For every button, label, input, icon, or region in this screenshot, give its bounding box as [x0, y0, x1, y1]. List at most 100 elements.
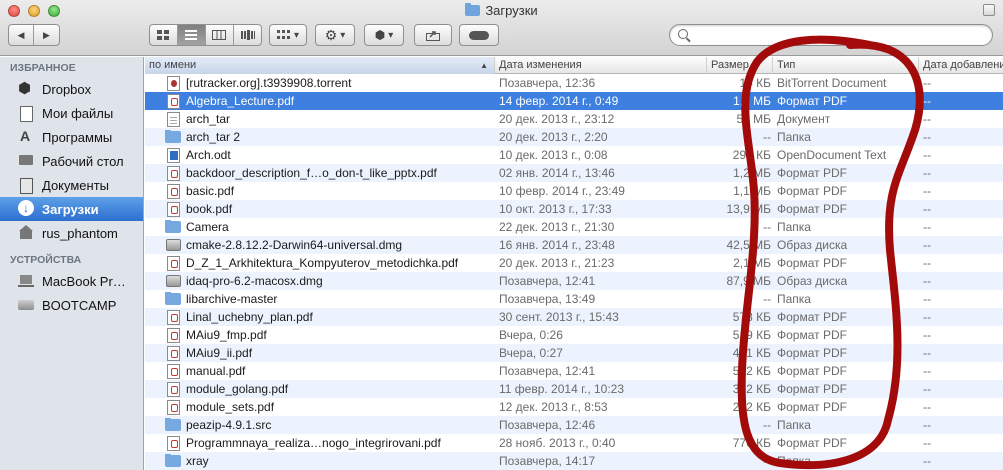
file-row[interactable]: MAiu9_fmp.pdf Вчера, 0:26 519 КБ Формат PDF… [145, 326, 1003, 344]
file-type: Формат PDF [777, 364, 847, 378]
sidebar-item-dropbox[interactable]: Dropbox [0, 77, 143, 101]
icon-view-button[interactable] [150, 25, 178, 45]
file-name-cell: backdoor_description_f…o_don-t_like_pptx… [145, 165, 495, 181]
file-row[interactable]: backdoor_description_f…o_don-t_like_pptx… [145, 164, 1003, 182]
file-list: по имени ▲ Дата изменения Размер Тип Дат… [145, 57, 1003, 470]
column-header-type[interactable]: Тип [773, 57, 919, 74]
arrange-button[interactable]: ▾ [269, 24, 307, 46]
sidebar-item-desktop[interactable]: Рабочий стол [0, 149, 143, 173]
column-header-name[interactable]: по имени ▲ [145, 57, 495, 74]
sidebar-item-applications[interactable]: Программы [0, 125, 143, 149]
file-row[interactable]: manual.pdf Позавчера, 12:41 542 КБ Формат P… [145, 362, 1003, 380]
window-title: Загрузки [0, 3, 1003, 18]
file-added: -- [923, 130, 931, 144]
file-date: Позавчера, 12:46 [499, 418, 596, 432]
file-row[interactable]: idaq-pro-6.2-macosx.dmg Позавчера, 12:41 8… [145, 272, 1003, 290]
file-date: Позавчера, 12:41 [499, 364, 596, 378]
file-added: -- [923, 418, 931, 432]
file-row[interactable]: Camera 22 дек. 2013 г., 21:30 -- Папка -- [145, 218, 1003, 236]
file-name-cell: cmake-2.8.12.2-Darwin64-universal.dmg [145, 238, 495, 252]
file-date: 10 окт. 2013 г., 17:33 [499, 202, 612, 216]
file-name: Arch.odt [186, 148, 231, 162]
file-size: 461 КБ [732, 346, 771, 360]
file-size: -- [763, 292, 771, 306]
file-row[interactable]: module_sets.pdf 12 дек. 2013 г., 8:53 272 … [145, 398, 1003, 416]
sidebar-item-label: Рабочий стол [42, 153, 124, 169]
file-name: arch_tar [186, 112, 231, 126]
applications-icon [18, 128, 34, 145]
back-button[interactable]: ◀ [9, 25, 34, 45]
file-row[interactable]: xray Позавчера, 14:17 -- Папка -- [145, 452, 1003, 470]
file-added: -- [923, 454, 931, 468]
pdf-file-icon [167, 165, 180, 181]
file-name-cell: MAiu9_ii.pdf [145, 345, 495, 361]
file-row[interactable]: D_Z_1_Arkhitektura_Kompyuterov_metodichk… [145, 254, 1003, 272]
file-row[interactable]: arch_tar 20 дек. 2013 г., 23:12 55 МБ Докум… [145, 110, 1003, 128]
coverflow-view-button[interactable] [234, 25, 262, 45]
search-icon [678, 29, 688, 39]
file-name: MAiu9_fmp.pdf [186, 328, 267, 342]
column-header-date[interactable]: Дата изменения [495, 57, 707, 74]
file-row[interactable]: Arch.odt 10 дек. 2013 г., 0:08 299 КБ OpenD… [145, 146, 1003, 164]
file-row[interactable]: libarchive-master Позавчера, 13:49 -- Папка… [145, 290, 1003, 308]
file-type: BitTorrent Document [777, 76, 887, 90]
sidebar-item-bootcamp[interactable]: BOOTCAMP [0, 293, 143, 317]
file-size: 13,9 МБ [726, 202, 771, 216]
search-input[interactable] [692, 27, 982, 43]
file-row[interactable]: book.pdf 10 окт. 2013 г., 17:33 13,9 МБ Фор… [145, 200, 1003, 218]
search-field[interactable] [669, 24, 993, 46]
file-type: Формат PDF [777, 184, 847, 198]
share-button[interactable] [414, 24, 452, 46]
fullscreen-icon[interactable] [983, 4, 995, 16]
file-row[interactable]: Algebra_Lecture.pdf 14 февр. 2014 г., 0:4… [145, 92, 1003, 110]
action-dropdown-arrow: ▾ [340, 29, 346, 41]
column-header-added[interactable]: Дата добавления [919, 57, 1003, 74]
file-row[interactable]: Linal_uchebny_plan.pdf 30 сент. 2013 г., … [145, 308, 1003, 326]
sidebar-item-home[interactable]: rus_phantom [0, 221, 143, 245]
file-name: Algebra_Lecture.pdf [186, 94, 295, 108]
sidebar-item-downloads[interactable]: Загрузки [0, 197, 143, 221]
sidebar-item-macbook[interactable]: MacBook Pr… [0, 269, 143, 293]
sidebar-item-documents[interactable]: Документы [0, 173, 143, 197]
forward-button[interactable]: ▶ [34, 25, 59, 45]
file-name: MAiu9_ii.pdf [186, 346, 253, 360]
file-date: 20 дек. 2013 г., 2:20 [499, 130, 608, 144]
folder-file-icon [165, 454, 181, 467]
action-button[interactable]: ⚙ ▾ [315, 24, 355, 46]
file-rows: [rutracker.org].t3939908.torrent Позавчер… [145, 74, 1003, 470]
file-size: 272 КБ [732, 400, 771, 414]
sidebar-item-my-files[interactable]: Мои файлы [0, 101, 143, 125]
file-row[interactable]: basic.pdf 10 февр. 2014 г., 23:49 1,1 МБ Фо… [145, 182, 1003, 200]
tag-button[interactable] [459, 24, 499, 46]
file-row[interactable]: [rutracker.org].t3939908.torrent Позавчер… [145, 74, 1003, 92]
file-added: -- [923, 382, 931, 396]
file-date: Вчера, 0:27 [499, 346, 563, 360]
file-name-cell: xray [145, 454, 495, 468]
gear-icon: ⚙ [324, 26, 338, 43]
column-view-button[interactable] [206, 25, 234, 45]
list-view-button[interactable] [177, 25, 206, 45]
file-added: -- [923, 256, 931, 270]
file-added: -- [923, 274, 931, 288]
file-size: -- [763, 418, 771, 432]
list-view-icon [185, 30, 197, 40]
file-row[interactable]: Programmnaya_realiza…nogo_integrirovani.… [145, 434, 1003, 452]
column-header-size[interactable]: Размер [707, 57, 773, 74]
file-row[interactable]: cmake-2.8.12.2-Darwin64-universal.dmg 16 … [145, 236, 1003, 254]
file-date: Вчера, 0:26 [499, 328, 563, 342]
file-added: -- [923, 220, 931, 234]
file-added: -- [923, 202, 931, 216]
file-row[interactable]: module_golang.pdf 11 февр. 2014 г., 10:23… [145, 380, 1003, 398]
pdf-file-icon [167, 363, 180, 379]
file-date: Позавчера, 13:49 [499, 292, 596, 306]
dropbox-button[interactable]: ⬢ ▾ [364, 24, 404, 46]
file-size: 542 КБ [732, 364, 771, 378]
file-row[interactable]: arch_tar 2 20 дек. 2013 г., 2:20 -- Папка -- [145, 128, 1003, 146]
file-size: 2,1 МБ [733, 256, 771, 270]
file-row[interactable]: MAiu9_ii.pdf Вчера, 0:27 461 КБ Формат PDF -… [145, 344, 1003, 362]
file-date: 14 февр. 2014 г., 0:49 [499, 94, 619, 108]
pdf-file-icon [167, 399, 180, 415]
sidebar-item-label: Мои файлы [42, 105, 114, 121]
file-size: -- [763, 220, 771, 234]
file-row[interactable]: peazip-4.9.1.src Позавчера, 12:46 -- Папка -… [145, 416, 1003, 434]
